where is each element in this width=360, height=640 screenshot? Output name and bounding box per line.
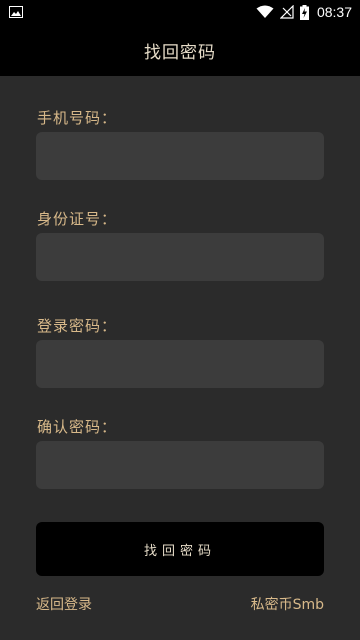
id-number-input[interactable] — [36, 233, 324, 281]
recover-password-button[interactable]: 找回密码 — [36, 522, 324, 576]
private-coin-link[interactable]: 私密币Smb — [251, 594, 324, 614]
id-number-label: 身份证号： — [37, 210, 118, 228]
confirm-password-label: 确认密码： — [37, 418, 118, 436]
battery-charging-icon — [299, 4, 309, 20]
app-bar: 找回密码 — [0, 24, 360, 76]
image-icon — [9, 6, 23, 18]
page-title: 找回密码 — [144, 42, 216, 63]
status-icons: 08:37 — [256, 0, 352, 24]
confirm-password-input[interactable] — [36, 441, 324, 489]
login-password-input[interactable] — [36, 340, 324, 388]
wifi-icon — [256, 5, 274, 18]
login-password-label: 登录密码： — [37, 317, 118, 335]
status-time: 08:37 — [316, 4, 352, 20]
back-to-login-link[interactable]: 返回登录 — [36, 594, 92, 614]
phone-input[interactable] — [36, 132, 324, 180]
no-signal-icon — [279, 5, 294, 19]
recover-password-button-label: 找回密码 — [143, 543, 216, 559]
phone-label: 手机号码： — [37, 109, 118, 127]
status-bar: 08:37 — [0, 0, 360, 24]
